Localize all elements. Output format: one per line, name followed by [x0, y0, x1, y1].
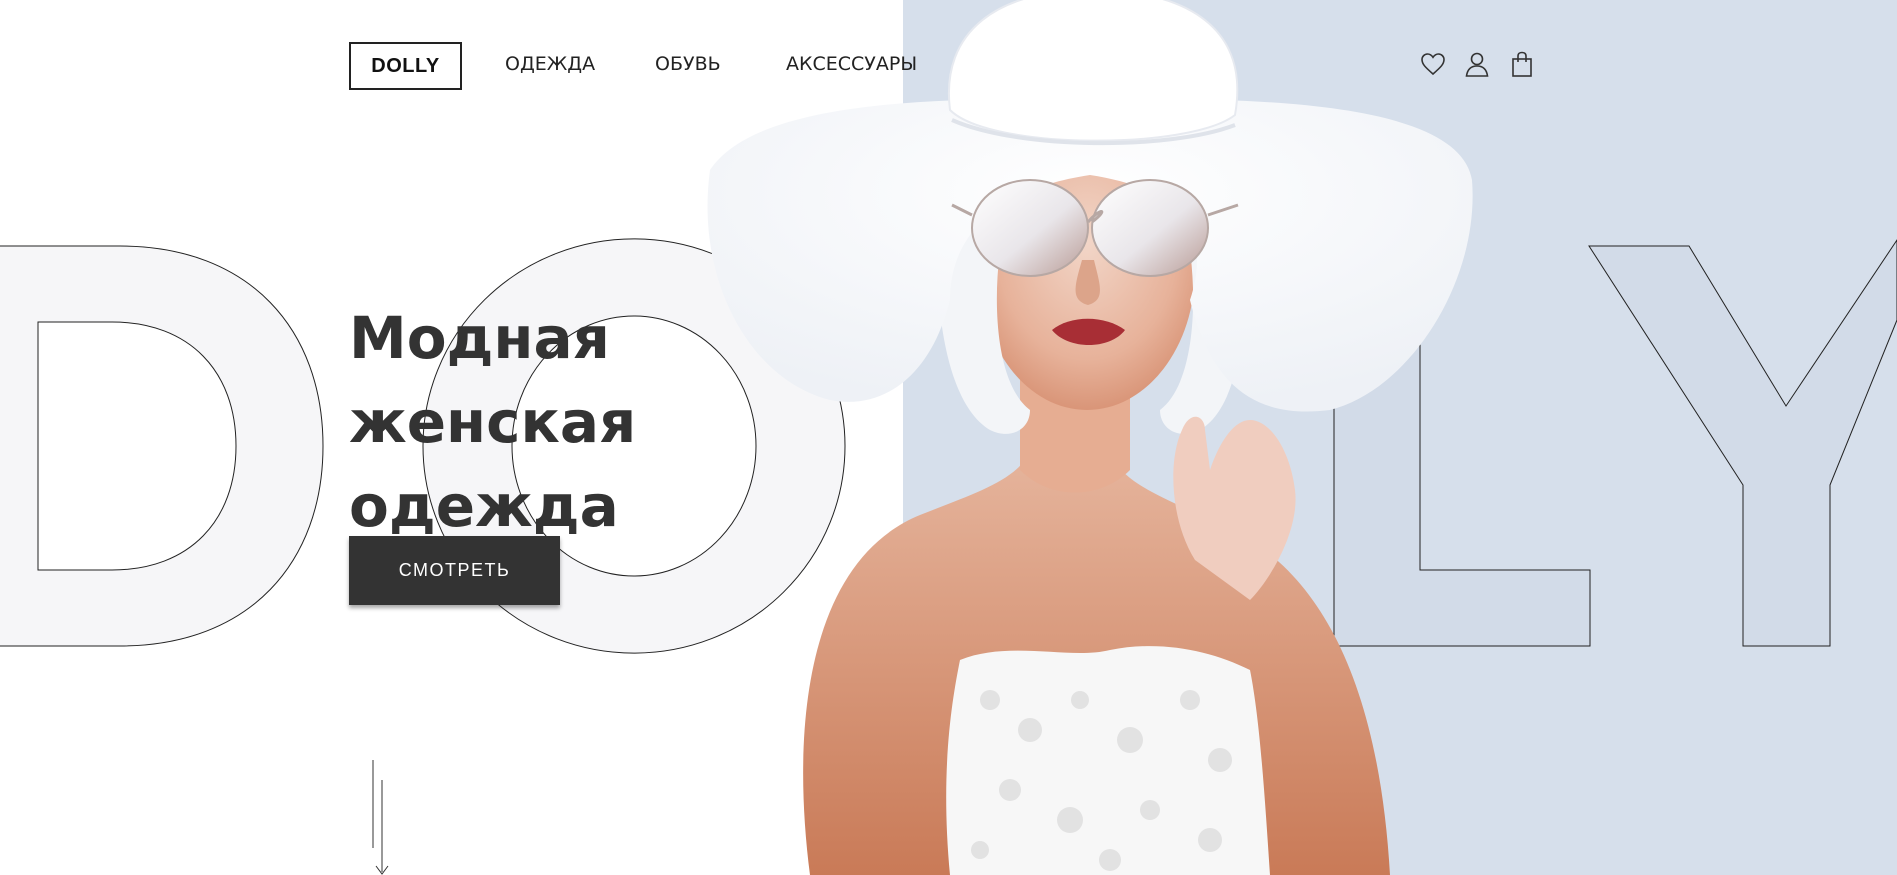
letter-y	[1588, 239, 1897, 647]
user-icon[interactable]	[1463, 50, 1491, 78]
heart-icon[interactable]	[1419, 50, 1447, 78]
letter-d	[0, 245, 324, 647]
site-header: DOLLY ОДЕЖДА ОБУВЬ АКСЕССУАРЫ	[0, 0, 1897, 130]
shopping-bag-icon[interactable]	[1508, 50, 1536, 78]
scroll-down-indicator[interactable]	[368, 758, 398, 875]
nav-link-clothing[interactable]: ОДЕЖДА	[505, 53, 595, 75]
hero-title: Модная женская одежда	[349, 304, 637, 540]
nav-link-shoes[interactable]: ОБУВЬ	[655, 53, 721, 75]
brand-logo[interactable]: DOLLY	[349, 42, 462, 90]
nav-link-accessories[interactable]: АКСЕССУАРЫ	[786, 53, 917, 75]
landing-page: DOLLY ОДЕЖДА ОБУВЬ АКСЕССУАРЫ Модная жен…	[0, 0, 1897, 875]
view-button[interactable]: СМОТРЕТЬ	[349, 536, 560, 605]
hero-section: Модная женская одежда	[349, 296, 909, 548]
